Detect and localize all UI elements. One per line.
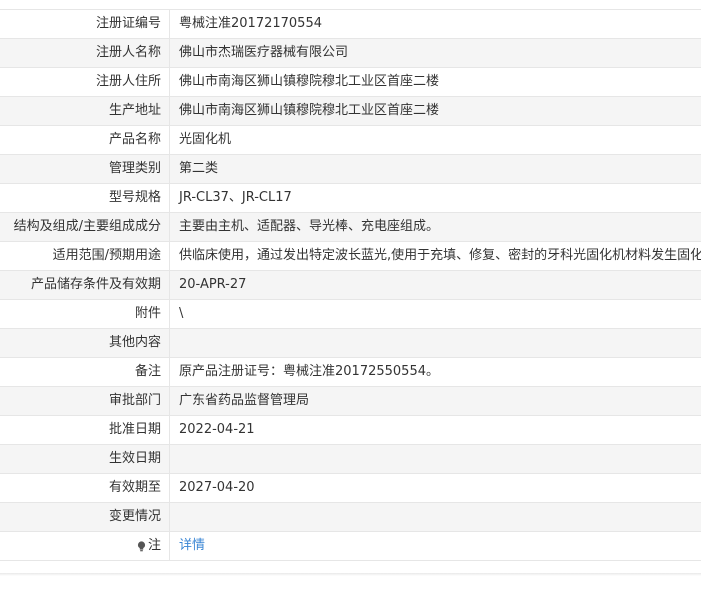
table-row-approval-department: 审批部门 广东省药品监督管理局 bbox=[0, 387, 701, 416]
row-value: 2022-04-21 bbox=[170, 416, 701, 444]
row-value bbox=[170, 445, 701, 473]
row-label: 管理类别 bbox=[0, 155, 170, 183]
row-label: 生效日期 bbox=[0, 445, 170, 473]
row-value: 20-APR-27 bbox=[170, 271, 701, 299]
row-label: 备注 bbox=[0, 358, 170, 386]
row-value: 原产品注册证号：粤械注准20172550554。 bbox=[170, 358, 701, 386]
row-label: 批准日期 bbox=[0, 416, 170, 444]
row-label: 型号规格 bbox=[0, 184, 170, 212]
row-value: 广东省药品监督管理局 bbox=[170, 387, 701, 415]
row-label: 产品名称 bbox=[0, 126, 170, 154]
note-label: 注 bbox=[147, 538, 161, 553]
row-label: 结构及组成/主要组成成分 bbox=[0, 213, 170, 241]
table-row-effective-date: 生效日期 bbox=[0, 445, 701, 474]
row-value: 光固化机 bbox=[170, 126, 701, 154]
row-label: 其他内容 bbox=[0, 329, 170, 357]
row-label: 产品储存条件及有效期 bbox=[0, 271, 170, 299]
table-row-other-content: 其他内容 bbox=[0, 329, 701, 358]
table-row-registration-number: 注册证编号 粤械注准20172170554 bbox=[0, 10, 701, 39]
row-value: 佛山市杰瑞医疗器械有限公司 bbox=[170, 39, 701, 67]
row-value: JR-CL37、JR-CL17 bbox=[170, 184, 701, 212]
row-value: 粤械注准20172170554 bbox=[170, 10, 701, 38]
row-label: 有效期至 bbox=[0, 474, 170, 502]
table-row-model-spec: 型号规格 JR-CL37、JR-CL17 bbox=[0, 184, 701, 213]
row-value: \ bbox=[170, 300, 701, 328]
row-label: 变更情况 bbox=[0, 503, 170, 531]
table-row-management-category: 管理类别 第二类 bbox=[0, 155, 701, 184]
row-label: 注册人住所 bbox=[0, 68, 170, 96]
details-link[interactable]: 详情 bbox=[170, 532, 701, 560]
row-value: 佛山市南海区狮山镇穆院穆北工业区首座二楼 bbox=[170, 97, 701, 125]
table-row-note: 注 详情 bbox=[0, 532, 701, 561]
registration-info-table: 注册证编号 粤械注准20172170554 注册人名称 佛山市杰瑞医疗器械有限公… bbox=[0, 9, 701, 561]
table-row-product-name: 产品名称 光固化机 bbox=[0, 126, 701, 155]
table-row-valid-until: 有效期至 2027-04-20 bbox=[0, 474, 701, 503]
table-row-production-address: 生产地址 佛山市南海区狮山镇穆院穆北工业区首座二楼 bbox=[0, 97, 701, 126]
row-label: 审批部门 bbox=[0, 387, 170, 415]
table-bottom-edge bbox=[0, 573, 701, 576]
table-row-registrant-address: 注册人住所 佛山市南海区狮山镇穆院穆北工业区首座二楼 bbox=[0, 68, 701, 97]
table-row-attachment: 附件 \ bbox=[0, 300, 701, 329]
table-row-structure-composition: 结构及组成/主要组成成分 主要由主机、适配器、导光棒、充电座组成。 bbox=[0, 213, 701, 242]
row-label: 注册证编号 bbox=[0, 10, 170, 38]
row-value: 2027-04-20 bbox=[170, 474, 701, 502]
row-label: 附件 bbox=[0, 300, 170, 328]
row-value: 主要由主机、适配器、导光棒、充电座组成。 bbox=[170, 213, 701, 241]
row-value: 供临床使用，通过发出特定波长蓝光,使用于充填、修复、密封的牙科光固化机材料发生固… bbox=[170, 242, 701, 270]
table-row-storage-validity: 产品储存条件及有效期 20-APR-27 bbox=[0, 271, 701, 300]
table-row-remarks: 备注 原产品注册证号：粤械注准20172550554。 bbox=[0, 358, 701, 387]
note-label-cell: 注 bbox=[0, 532, 170, 560]
lightbulb-icon bbox=[137, 540, 146, 551]
row-value bbox=[170, 329, 701, 357]
row-value: 佛山市南海区狮山镇穆院穆北工业区首座二楼 bbox=[170, 68, 701, 96]
row-value bbox=[170, 503, 701, 531]
registration-detail-page: 注册证编号 粤械注准20172170554 注册人名称 佛山市杰瑞医疗器械有限公… bbox=[0, 0, 701, 589]
table-row-approval-date: 批准日期 2022-04-21 bbox=[0, 416, 701, 445]
row-label: 注册人名称 bbox=[0, 39, 170, 67]
table-row-registrant-name: 注册人名称 佛山市杰瑞医疗器械有限公司 bbox=[0, 39, 701, 68]
row-label: 适用范围/预期用途 bbox=[0, 242, 170, 270]
table-row-change-history: 变更情况 bbox=[0, 503, 701, 532]
row-value: 第二类 bbox=[170, 155, 701, 183]
table-row-intended-use: 适用范围/预期用途 供临床使用，通过发出特定波长蓝光,使用于充填、修复、密封的牙… bbox=[0, 242, 701, 271]
row-label: 生产地址 bbox=[0, 97, 170, 125]
